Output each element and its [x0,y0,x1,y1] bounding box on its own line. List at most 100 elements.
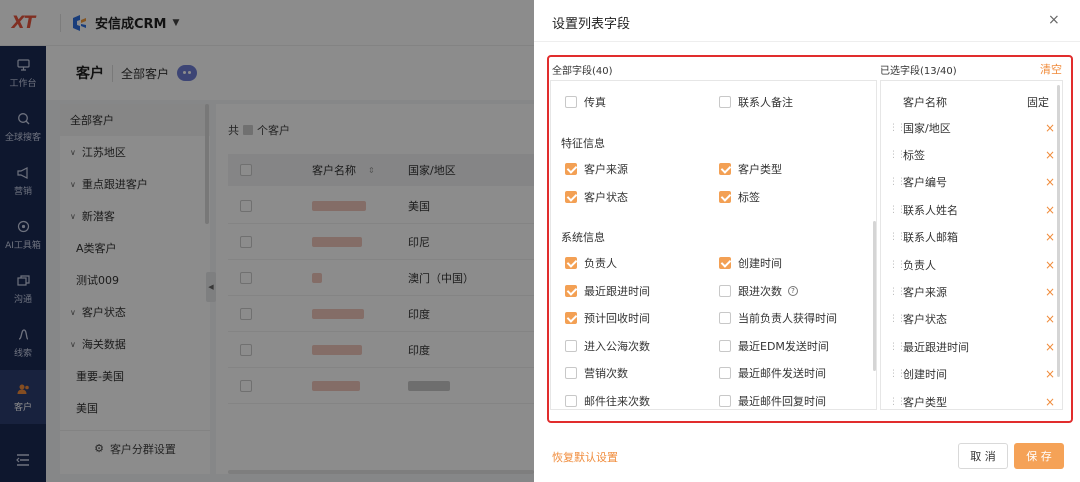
clear-button[interactable]: 清空 [1040,61,1062,77]
selected-field-label: 负责人 [903,258,936,272]
remove-icon[interactable]: × [1045,285,1057,299]
selected-scrollbar[interactable] [1057,85,1060,377]
section-title-system: 系统信息 [561,231,605,244]
save-button[interactable]: 保 存 [1014,443,1064,469]
field-label: 当前负责人获得时间 [738,312,837,326]
drag-handle-icon[interactable]: ⋮⋮ [889,123,906,133]
fields-scrollbar[interactable] [873,221,876,371]
field-checkbox[interactable] [719,257,731,269]
drag-handle-icon[interactable]: ⋮⋮ [889,369,906,379]
field-label: 最近邮件回复时间 [738,395,826,408]
remove-icon[interactable]: × [1045,258,1057,272]
field-option[interactable]: 最近邮件回复时间 [719,393,826,409]
selected-field-label: 联系人姓名 [903,203,958,217]
drag-handle-icon[interactable]: ⋮⋮ [889,177,906,187]
selected-field-label: 联系人邮箱 [903,231,958,245]
field-label: 营销次数 [584,367,628,381]
field-checkbox[interactable] [719,339,731,352]
field-label: 标签 [738,191,760,204]
all-fields-panel: 特征信息 系统信息 传真 联系人备注客户来源 客户类型客户状态 标签负责人 创建时间最近… [550,80,877,410]
field-option[interactable]: 最近跟进时间 [565,283,650,299]
field-checkbox[interactable] [719,395,731,407]
drag-handle-icon[interactable]: ⋮⋮ [889,342,906,352]
restore-default-button[interactable]: 恢复默认设置 [552,449,618,465]
field-checkbox[interactable] [719,367,731,380]
selected-field-row[interactable]: ⋮⋮ 国家/地区 × [889,114,1057,141]
selected-field-row[interactable]: ⋮⋮ 客户类型 × [889,388,1057,409]
drag-handle-icon[interactable]: ⋮⋮ [889,260,906,270]
field-checkbox[interactable] [565,191,577,203]
field-option[interactable]: 邮件往来次数 [565,393,650,409]
help-icon[interactable]: ? [788,285,798,296]
field-checkbox[interactable] [565,257,577,269]
field-checkbox[interactable] [565,339,577,352]
selected-field-row[interactable]: ⋮⋮ 客户状态 × [889,306,1057,333]
drag-handle-icon[interactable]: ⋮⋮ [889,205,906,215]
remove-icon[interactable]: × [1045,121,1057,135]
cancel-button[interactable]: 取 消 [958,443,1008,469]
field-checkbox[interactable] [719,284,731,297]
remove-icon[interactable]: × [1045,367,1057,381]
field-checkbox[interactable] [719,312,731,325]
drag-handle-icon[interactable]: ⋮⋮ [889,397,906,407]
field-checkbox[interactable] [565,395,577,407]
selected-field-row[interactable]: ⋮⋮ 创建时间 × [889,361,1057,388]
field-label: 最近跟进时间 [584,284,650,298]
dialog-title: 设置列表字段 [552,17,631,32]
selected-field-label: 客户来源 [903,285,947,299]
field-checkbox[interactable] [719,163,731,175]
selected-field-row[interactable]: ⋮⋮ 联系人姓名 × [889,196,1057,223]
remove-icon[interactable]: × [1045,312,1057,326]
field-option[interactable]: 预计回收时间 [565,310,650,326]
selected-field-row[interactable]: ⋮⋮ 联系人邮箱 × [889,224,1057,251]
fixed-badge: 固定 [1027,96,1049,109]
drag-handle-icon[interactable]: ⋮⋮ [889,150,906,160]
selected-field-row[interactable]: ⋮⋮ 客户来源 × [889,278,1057,305]
field-checkbox[interactable] [565,163,577,175]
section-title-feature: 特征信息 [561,137,605,150]
selected-field-row[interactable]: ⋮⋮ 负责人 × [889,251,1057,278]
selected-field-row[interactable]: ⋮⋮ 客户编号 × [889,169,1057,196]
field-label: 跟进次数 [738,284,782,298]
field-checkbox[interactable] [565,96,577,108]
field-option[interactable]: 客户类型 [719,161,782,177]
field-option[interactable]: 跟进次数? [719,283,798,299]
divider [534,41,1080,42]
field-label: 联系人备注 [738,96,793,109]
field-checkbox[interactable] [719,191,731,203]
field-option[interactable]: 当前负责人获得时间 [719,310,837,326]
field-option[interactable]: 营销次数 [565,365,628,381]
drag-handle-icon[interactable]: ⋮⋮ [889,232,906,242]
remove-icon[interactable]: × [1045,395,1057,409]
field-checkbox[interactable] [565,312,577,325]
drag-handle-icon[interactable]: ⋮⋮ [889,314,906,324]
remove-icon[interactable]: × [1045,203,1057,217]
modal-backdrop[interactable] [0,0,534,482]
field-label: 最近邮件发送时间 [738,367,826,381]
field-option[interactable]: 联系人备注 [719,94,793,110]
field-option[interactable]: 最近邮件发送时间 [719,365,826,381]
field-option[interactable]: 传真 [565,94,606,110]
field-option[interactable]: 客户来源 [565,161,628,177]
selected-fixed-field: 客户名称 [903,96,947,109]
field-option[interactable]: 负责人 [565,255,617,271]
remove-icon[interactable]: × [1045,148,1057,162]
selected-field-row[interactable]: ⋮⋮ 最近跟进时间 × [889,333,1057,360]
selected-field-label: 创建时间 [903,368,947,382]
close-icon[interactable]: × [1048,12,1060,28]
selected-field-label: 客户编号 [903,176,947,190]
field-option[interactable]: 客户状态 [565,189,628,205]
remove-icon[interactable]: × [1045,230,1057,244]
field-option[interactable]: 标签 [719,189,760,205]
remove-icon[interactable]: × [1045,175,1057,189]
field-checkbox[interactable] [565,367,577,380]
remove-icon[interactable]: × [1045,340,1057,354]
field-checkbox[interactable] [719,96,731,108]
drag-handle-icon[interactable]: ⋮⋮ [889,287,906,297]
field-option[interactable]: 最近EDM发送时间 [719,338,829,354]
field-option[interactable]: 创建时间 [719,255,782,271]
field-checkbox[interactable] [565,284,577,297]
field-label: 最近EDM发送时间 [738,339,829,353]
selected-field-row[interactable]: ⋮⋮ 标签 × [889,141,1057,168]
field-option[interactable]: 进入公海次数 [565,338,650,354]
